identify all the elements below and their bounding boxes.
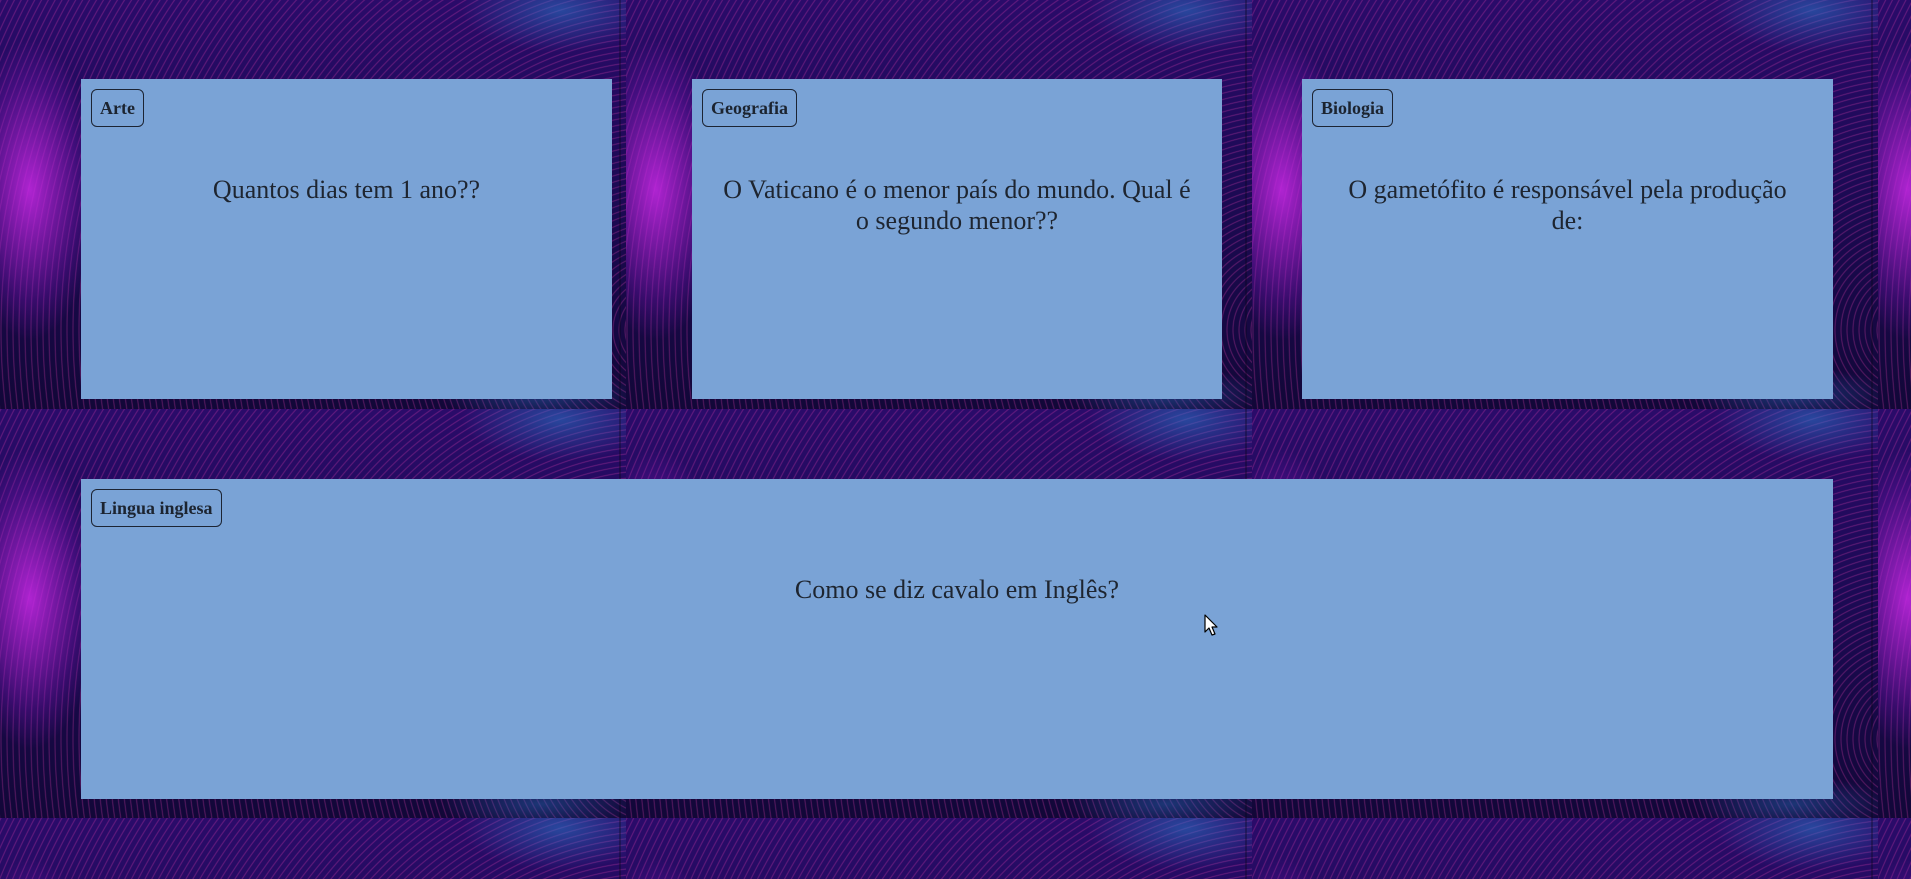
subject-tag[interactable]: Geografia	[702, 89, 797, 127]
subject-tag[interactable]: Lingua inglesa	[91, 489, 222, 527]
subject-tag[interactable]: Arte	[91, 89, 144, 127]
question-card-arte[interactable]: Arte Quantos dias tem 1 ano??	[81, 79, 612, 399]
question-text: O Vaticano é o menor país do mundo. Qual…	[723, 175, 1191, 235]
question-card-lingua-inglesa[interactable]: Lingua inglesa Como se diz cavalo em Ing…	[81, 479, 1833, 799]
question-text: O gametófito é responsável pela produção…	[1348, 175, 1787, 235]
question-text: Como se diz cavalo em Inglês?	[794, 575, 1120, 604]
question-text: Quantos dias tem 1 ano??	[212, 175, 481, 204]
subject-tag[interactable]: Biologia	[1312, 89, 1394, 127]
wallpaper-seam	[1871, 0, 1873, 879]
question-card-biologia[interactable]: Biologia O gametófito é responsável pela…	[1302, 79, 1833, 399]
mouse-pointer-icon	[1204, 614, 1218, 636]
question-card-geografia[interactable]: Geografia O Vaticano é o menor país do m…	[692, 79, 1222, 399]
